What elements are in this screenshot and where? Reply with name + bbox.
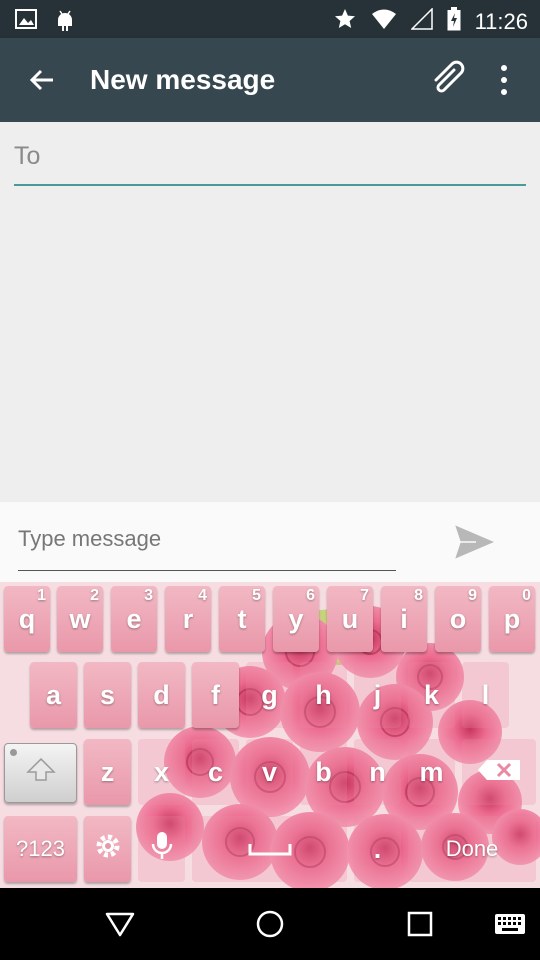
message-input-placeholder: Type message xyxy=(18,526,162,551)
key-s[interactable]: s xyxy=(84,662,131,728)
key-b[interactable]: b xyxy=(300,739,347,805)
space-key[interactable] xyxy=(192,816,347,882)
key-n[interactable]: n xyxy=(354,739,401,805)
key-v[interactable]: v xyxy=(246,739,293,805)
key-j[interactable]: j xyxy=(354,662,401,728)
shift-arrow-icon xyxy=(25,756,56,791)
key-z[interactable]: z xyxy=(84,739,131,805)
key-g[interactable]: g xyxy=(246,662,293,728)
page-title: New message xyxy=(90,64,276,95)
message-recipients-area: To xyxy=(0,122,540,502)
voice-input-key[interactable] xyxy=(138,816,185,882)
key-p[interactable]: 0p xyxy=(489,586,535,652)
paperclip-icon[interactable] xyxy=(426,58,474,102)
key-y[interactable]: 6y xyxy=(273,586,319,652)
key-a[interactable]: a xyxy=(30,662,77,728)
send-icon[interactable] xyxy=(450,520,500,564)
period-key[interactable]: . xyxy=(354,816,401,882)
recents-square-icon[interactable] xyxy=(400,906,440,942)
microphone-icon xyxy=(151,831,173,868)
battery-icon xyxy=(447,7,461,37)
status-bar-notifications xyxy=(14,8,76,37)
done-key[interactable]: Done xyxy=(408,816,536,882)
symbols-key[interactable]: ?123 xyxy=(4,816,77,882)
key-d[interactable]: d xyxy=(138,662,185,728)
backspace-key[interactable] xyxy=(462,739,536,805)
status-bar-indicators: 11:26 xyxy=(333,7,528,37)
key-h[interactable]: h xyxy=(300,662,347,728)
space-bar-icon xyxy=(248,834,292,865)
keyboard-switch-icon[interactable] xyxy=(490,906,530,942)
gear-icon xyxy=(95,833,121,866)
key-k[interactable]: k xyxy=(408,662,455,728)
wifi-icon xyxy=(371,8,397,36)
app-toolbar: New message xyxy=(0,38,540,122)
arrow-back-icon[interactable] xyxy=(22,58,62,102)
key-c[interactable]: c xyxy=(192,739,239,805)
key-i[interactable]: 8i xyxy=(381,586,427,652)
key-m[interactable]: m xyxy=(408,739,455,805)
key-e[interactable]: 3e xyxy=(111,586,157,652)
shift-key[interactable] xyxy=(4,743,77,803)
to-field[interactable]: To xyxy=(14,136,526,186)
more-vert-icon[interactable] xyxy=(486,58,522,102)
backspace-icon xyxy=(477,757,521,788)
android-notification-icon xyxy=(54,8,76,37)
message-input[interactable]: Type message xyxy=(18,520,396,571)
key-l[interactable]: l xyxy=(462,662,509,728)
back-triangle-icon[interactable] xyxy=(100,906,140,942)
compose-bar: Type message xyxy=(0,502,540,582)
key-w[interactable]: 2w xyxy=(57,586,103,652)
home-circle-icon[interactable] xyxy=(250,906,290,942)
key-f[interactable]: f xyxy=(192,662,239,728)
key-q[interactable]: 1q xyxy=(4,586,50,652)
star-icon xyxy=(333,7,357,37)
to-field-placeholder: To xyxy=(14,142,41,170)
system-nav-bar xyxy=(0,888,540,960)
settings-key[interactable] xyxy=(84,816,131,882)
signal-icon xyxy=(409,7,433,36)
image-notification-icon xyxy=(14,8,38,37)
rose-keyboard: 1q 2w 3e 4r 5t 6y 7u 8i 9o 0p a s d f g … xyxy=(0,582,540,888)
key-r[interactable]: 4r xyxy=(165,586,211,652)
key-x[interactable]: x xyxy=(138,739,185,805)
clock: 11:26 xyxy=(474,9,528,34)
key-t[interactable]: 5t xyxy=(219,586,265,652)
key-u[interactable]: 7u xyxy=(327,586,373,652)
status-bar: 11:26 xyxy=(0,0,540,38)
key-o[interactable]: 9o xyxy=(435,586,481,652)
